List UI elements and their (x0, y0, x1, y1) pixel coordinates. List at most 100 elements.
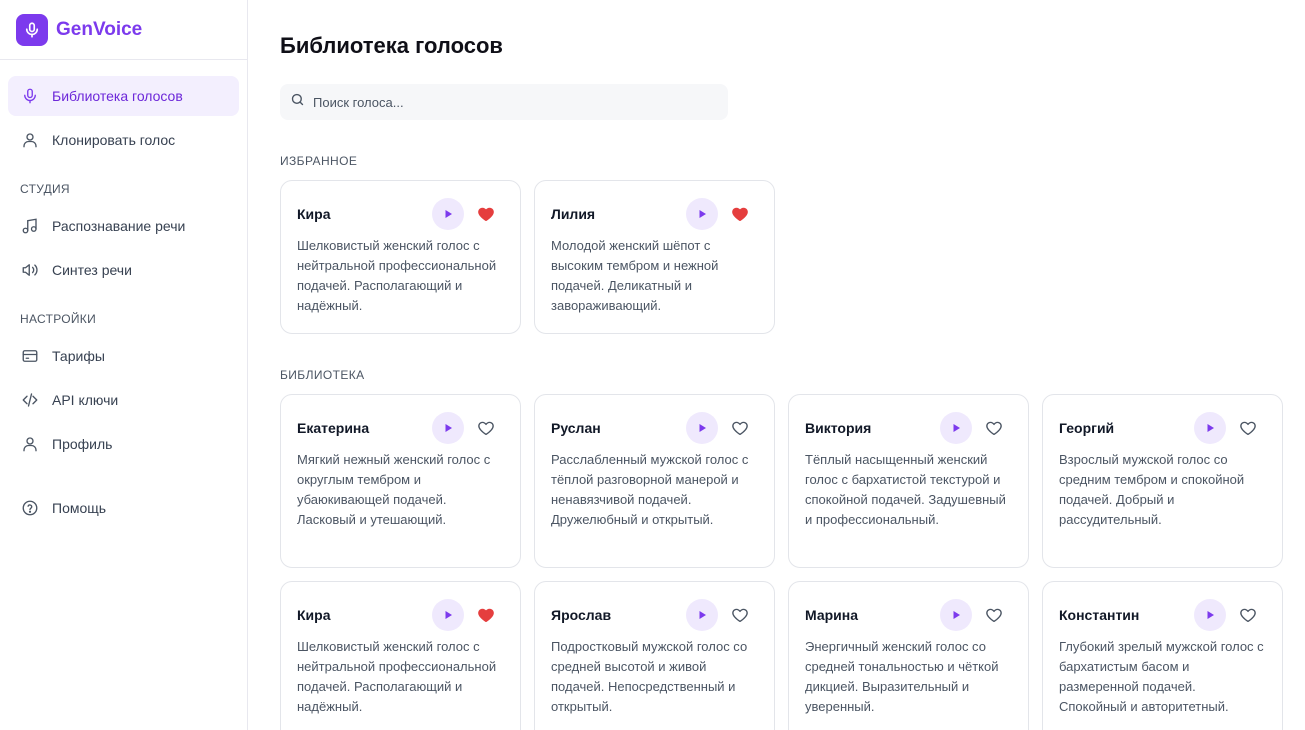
brand[interactable]: GenVoice (0, 0, 247, 60)
search-icon (290, 92, 305, 112)
voice-description: Взрослый мужской голос со средним тембро… (1059, 452, 1245, 527)
sidebar-item-label: Распознавание речи (52, 218, 186, 234)
sidebar-item-clone-voice[interactable]: Клонировать голос (8, 120, 239, 160)
sidebar-item-speech-recognition[interactable]: Распознавание речи (8, 206, 239, 246)
voice-name: Лилия (551, 205, 596, 222)
favorite-button[interactable] (1236, 416, 1260, 440)
voice-card-header: Кира (297, 197, 504, 230)
sidebar-item-label: Помощь (52, 500, 107, 516)
sidebar-item-label: Тарифы (52, 348, 105, 364)
play-icon (953, 610, 960, 619)
voice-card-header: Георгий (1059, 411, 1266, 444)
favorite-button[interactable] (728, 603, 752, 627)
user-icon (20, 130, 40, 150)
heart-icon (478, 421, 494, 435)
play-button[interactable] (432, 197, 464, 230)
sidebar-item-label: Клонировать голос (52, 132, 176, 148)
voice-card-header: Кира (297, 598, 504, 631)
play-icon (1207, 610, 1214, 619)
play-button[interactable] (686, 197, 718, 230)
voice-name: Марина (805, 606, 859, 623)
sidebar-item-voice-library[interactable]: Библиотека голосов (8, 76, 239, 116)
search-box[interactable] (280, 84, 728, 120)
code-icon (20, 390, 40, 410)
sidebar-item-speech-synthesis[interactable]: Синтез речи (8, 250, 239, 290)
section-title-studio: СТУДИЯ (20, 182, 70, 196)
play-icon (445, 610, 452, 619)
voice-description: Молодой женский шёпот с высоким тембром … (551, 238, 719, 313)
voice-card[interactable]: Виктория Тёплый насыщенный женский голос … (788, 394, 1029, 568)
voice-card[interactable]: Лилия Молодой женский шёпот с высоким тем… (534, 180, 775, 334)
sidebar-item-label: Профиль (52, 436, 113, 452)
voice-card-header: Виктория (805, 411, 1012, 444)
voice-description: Тёплый насыщенный женский голос с бархат… (805, 452, 1006, 527)
voice-card-header: Марина (805, 598, 1012, 631)
voice-name: Георгий (1059, 419, 1115, 436)
play-button[interactable] (940, 411, 972, 444)
voice-card[interactable]: Руслан Расслабленный мужской голос с тёпл… (534, 394, 775, 568)
sidebar-item-tariffs[interactable]: Тарифы (8, 336, 239, 376)
voice-card[interactable]: Екатерина Мягкий нежный женский голос с о… (280, 394, 521, 568)
app-name: GenVoice (56, 18, 143, 40)
voice-name: Кира (297, 205, 331, 222)
favorite-button[interactable] (474, 202, 498, 226)
voice-name: Ярослав (551, 606, 612, 623)
help-circle-icon (20, 498, 40, 518)
voice-name: Кира (297, 606, 331, 623)
play-icon (699, 610, 706, 619)
play-icon (445, 423, 452, 432)
sidebar-item-help[interactable]: Помощь (8, 488, 239, 528)
heart-icon (732, 608, 748, 622)
sidebar-item-label: API ключи (52, 392, 119, 408)
play-icon (1207, 423, 1214, 432)
voice-name: Константин (1059, 606, 1140, 623)
heart-icon (1240, 421, 1256, 435)
voice-card[interactable]: Марина Энергичный женский голос со средне… (788, 581, 1029, 730)
credit-card-icon (20, 346, 40, 366)
voice-card-header: Екатерина (297, 411, 504, 444)
play-icon (699, 209, 706, 218)
favorite-button[interactable] (982, 603, 1006, 627)
favorite-button[interactable] (728, 202, 752, 226)
music-note-icon (20, 216, 40, 236)
voice-name: Виктория (805, 419, 872, 436)
voice-name: Руслан (551, 419, 601, 436)
voice-card[interactable]: Ярослав Подростковый мужской голос со сре… (534, 581, 775, 730)
favorite-button[interactable] (982, 416, 1006, 440)
favorite-button[interactable] (1236, 603, 1260, 627)
play-button[interactable] (432, 598, 464, 631)
play-button[interactable] (686, 411, 718, 444)
voice-card[interactable]: Кира Шелковистый женский голос с нейтраль… (280, 180, 521, 334)
voice-description: Шелковистый женский голос с нейтральной … (297, 238, 497, 313)
voice-card-header: Ярослав (551, 598, 758, 631)
sidebar-nav: Библиотека голосов Клонировать голос СТУ… (0, 60, 247, 528)
microphone-icon (20, 86, 40, 106)
search-input[interactable] (313, 94, 713, 110)
heart-icon (986, 421, 1002, 435)
play-button[interactable] (940, 598, 972, 631)
play-icon (699, 423, 706, 432)
voice-description: Подростковый мужской голос со средней вы… (551, 639, 748, 714)
heart-icon (1240, 608, 1256, 622)
favorite-button[interactable] (474, 416, 498, 440)
main-content: Библиотека голосов ИЗБРАННОЕ Кира Шелкови… (248, 0, 1305, 730)
voice-card[interactable]: Кира Шелковистый женский голос с нейтраль… (280, 581, 521, 730)
play-button[interactable] (686, 598, 718, 631)
sidebar-item-api-keys[interactable]: API ключи (8, 380, 239, 420)
play-button[interactable] (1194, 598, 1226, 631)
heart-icon (732, 207, 748, 221)
favorite-button[interactable] (474, 603, 498, 627)
favorite-button[interactable] (728, 416, 752, 440)
play-button[interactable] (432, 411, 464, 444)
heart-icon (986, 608, 1002, 622)
voice-card[interactable]: Константин Глубокий зрелый мужской голос … (1042, 581, 1283, 730)
favorites-title: ИЗБРАННОЕ (280, 154, 358, 168)
voice-description: Шелковистый женский голос с нейтральной … (297, 639, 497, 714)
voice-card[interactable]: Георгий Взрослый мужской голос со средним… (1042, 394, 1283, 568)
sidebar-item-profile[interactable]: Профиль (8, 424, 239, 464)
page-title: Библиотека голосов (280, 33, 503, 58)
sidebar: GenVoice Библиотека голосов Клонировать … (0, 0, 248, 730)
heart-icon (478, 207, 494, 221)
voice-card-header: Руслан (551, 411, 758, 444)
play-button[interactable] (1194, 411, 1226, 444)
